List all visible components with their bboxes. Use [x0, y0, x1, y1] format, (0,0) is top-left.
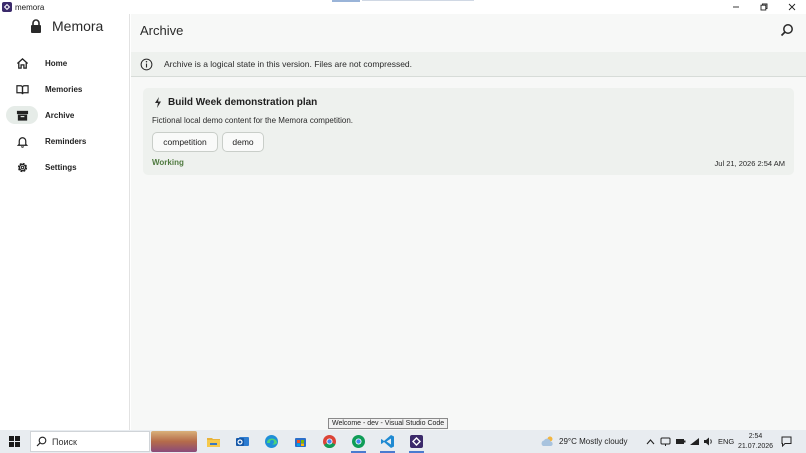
restore-icon[interactable]: [750, 0, 778, 14]
drag-region-indicator: [332, 0, 360, 2]
chevron-up-icon[interactable]: [646, 438, 655, 445]
volume-icon[interactable]: [703, 436, 714, 447]
brand-name: Memora: [52, 18, 104, 34]
lock-icon: [31, 19, 41, 33]
language-indicator[interactable]: ENG: [718, 437, 734, 446]
weather-text[interactable]: 29°C Mostly cloudy: [559, 437, 628, 446]
taskbar-tooltip: Welcome - dev - Visual Studio Code: [328, 418, 449, 429]
wifi-icon[interactable]: [689, 436, 700, 447]
gear-icon: [16, 161, 29, 174]
home-icon: [16, 57, 29, 70]
search-highlight-image[interactable]: [151, 431, 197, 452]
bell-icon: [16, 135, 29, 148]
store-icon[interactable]: [292, 433, 309, 450]
windows-start-icon[interactable]: [9, 436, 20, 447]
card-timestamp: Jul 21, 2026 2:54 AM: [714, 159, 785, 168]
window-controls: [722, 0, 806, 14]
sidebar-item-label: Archive: [45, 110, 75, 120]
sidebar-item-label: Home: [45, 58, 68, 68]
status-badge: Working: [152, 158, 184, 167]
chrome-profile-icon[interactable]: [350, 433, 367, 453]
sidebar-item-memories[interactable]: Memories: [6, 80, 126, 98]
edge-icon[interactable]: [263, 433, 280, 450]
archive-icon: [16, 109, 29, 122]
memora-taskbar-icon[interactable]: [408, 433, 425, 453]
taskbar-clock[interactable]: 2:54 21.07.2026: [738, 432, 773, 452]
chrome-icon[interactable]: [321, 433, 338, 450]
minimize-icon[interactable]: [722, 0, 750, 14]
drag-region-line: [362, 0, 474, 1]
vscode-icon[interactable]: [379, 433, 396, 453]
window-title: memora: [15, 2, 45, 12]
clock-date: 21.07.2026: [738, 443, 774, 450]
file-explorer-icon[interactable]: [205, 433, 222, 450]
sidebar-item-archive[interactable]: Archive: [6, 106, 74, 124]
lightning-icon: [155, 97, 161, 108]
search-placeholder: Поиск: [52, 436, 77, 447]
info-banner: Archive is a logical state in this versi…: [131, 52, 806, 77]
taskbar: Поиск 29°C Mostly cloudy ENG 2:54 21.07.…: [0, 430, 806, 453]
card-title: Build Week demonstration plan: [168, 97, 318, 108]
title-bar: memora: [0, 0, 806, 14]
search-icon: [36, 436, 47, 447]
sidebar-item-label: Settings: [45, 162, 77, 172]
search-icon[interactable]: [780, 23, 794, 37]
brand: Memora: [30, 18, 103, 34]
clock-time: 2:54: [748, 433, 763, 440]
memora-app-icon: [2, 2, 12, 12]
close-icon[interactable]: [778, 0, 806, 14]
notification-icon[interactable]: [781, 436, 792, 447]
page-title: Archive: [140, 23, 184, 38]
battery-icon[interactable]: [675, 436, 686, 447]
sidebar-item-home[interactable]: Home: [6, 54, 126, 72]
sidebar-item-label: Memories: [45, 84, 83, 94]
meet-now-icon[interactable]: [660, 436, 671, 447]
sidebar-item-reminders[interactable]: Reminders: [6, 132, 126, 150]
sidebar-item-label: Reminders: [45, 136, 87, 146]
cloud-weather-icon[interactable]: [540, 436, 555, 447]
outlook-icon[interactable]: [234, 433, 251, 450]
memory-card[interactable]: Build Week demonstration plan Fictional …: [143, 88, 794, 175]
taskbar-search[interactable]: Поиск: [30, 431, 150, 452]
sidebar: Memora Home Memories Archive Reminders S…: [0, 14, 130, 430]
book-icon: [16, 83, 29, 96]
info-icon: [140, 58, 153, 70]
info-text: Archive is a logical state in this versi…: [164, 59, 413, 69]
main-content: Archive Archive is a logical state in th…: [131, 14, 806, 430]
tag-demo[interactable]: demo: [222, 132, 264, 152]
tag-competition[interactable]: competition: [152, 132, 218, 152]
card-description: Fictional local demo content for the Mem…: [152, 116, 353, 125]
sidebar-item-settings[interactable]: Settings: [6, 158, 126, 176]
